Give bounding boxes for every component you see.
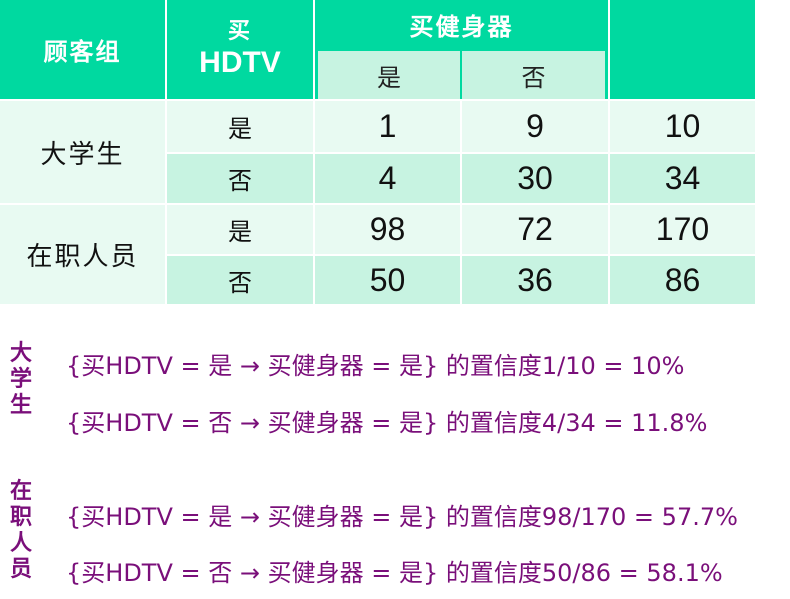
students-label-char: 生 (9, 392, 32, 418)
header-group: 顾客组 (0, 0, 165, 99)
cell-no: 36 (462, 256, 608, 304)
header-hdtv-line1: 买 (227, 17, 252, 44)
workers-label-char: 人 (9, 530, 32, 556)
header-gym: 买健身器 (315, 0, 608, 48)
students-vertical-label: 大 学 生 (8, 340, 34, 418)
cell-yes: 98 (315, 205, 460, 254)
rule-line-1: {买HDTV = 是 → 买健身器 = 是} 的置信度1/10 = 10% (66, 352, 685, 380)
row-hdtv-label: 否 (167, 256, 313, 304)
cell-total: 10 (610, 101, 755, 152)
cell-total: 170 (610, 205, 755, 254)
subheader-yes: 是 (318, 51, 460, 99)
cell-no: 72 (462, 205, 608, 254)
cell-yes: 4 (315, 154, 460, 203)
cell-total: 34 (610, 154, 755, 203)
rule-line-3: {买HDTV = 是 → 买健身器 = 是} 的置信度98/170 = 57.7… (66, 503, 738, 531)
workers-vertical-label: 在 职 人 员 (8, 478, 34, 582)
students-label-char: 大 (9, 340, 32, 366)
rule-line-2: {买HDTV = 否 → 买健身器 = 是} 的置信度4/34 = 11.8% (66, 409, 708, 437)
students-label-char: 学 (9, 366, 32, 392)
subheader-no: 否 (462, 51, 605, 99)
header-total-blank (610, 0, 755, 99)
rule-line-4: {买HDTV = 否 → 买健身器 = 是} 的置信度50/86 = 58.1% (66, 559, 723, 587)
header-hdtv-line2: HDTV (199, 45, 281, 79)
workers-label-char: 在 (9, 478, 32, 504)
row-hdtv-label: 否 (167, 154, 313, 203)
group-label-workers: 在职人员 (0, 205, 165, 304)
cell-yes: 50 (315, 256, 460, 304)
workers-label-char: 职 (9, 504, 32, 530)
cell-no: 30 (462, 154, 608, 203)
cell-total: 86 (610, 256, 755, 304)
workers-label-char: 员 (9, 556, 32, 582)
header-hdtv: 买 HDTV (167, 0, 313, 99)
row-hdtv-label: 是 (167, 101, 313, 152)
row-hdtv-label: 是 (167, 205, 313, 254)
cell-yes: 1 (315, 101, 460, 152)
cell-no: 9 (462, 101, 608, 152)
group-label-students: 大学生 (0, 101, 165, 203)
